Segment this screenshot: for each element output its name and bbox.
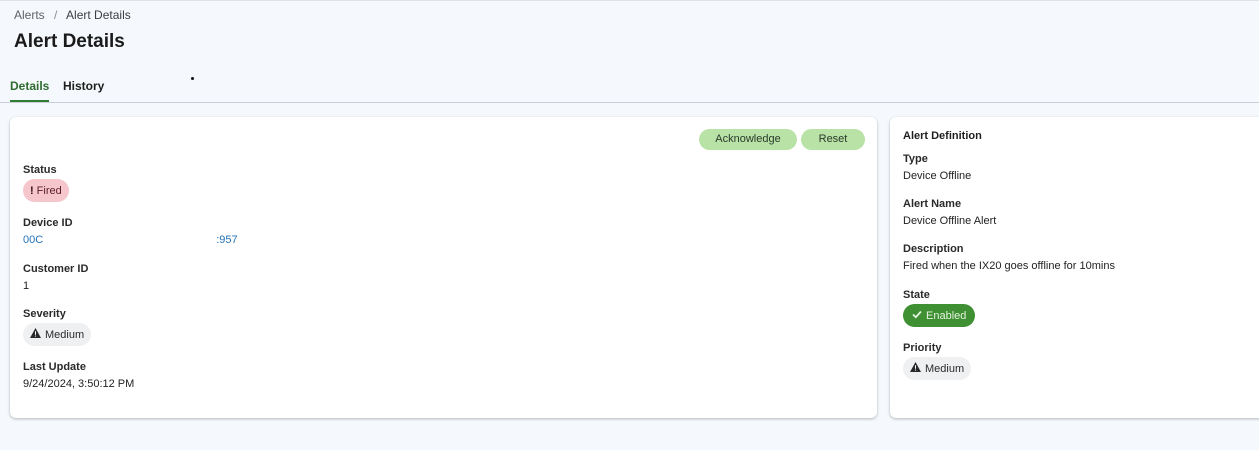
- severity-value: Medium: [45, 328, 85, 341]
- warning-icon: [910, 362, 921, 375]
- state-field: State Enabled: [903, 289, 976, 327]
- severity-badge: Medium: [23, 323, 92, 346]
- severity-label: Severity: [23, 308, 66, 320]
- page-title: Alert Details: [14, 31, 125, 52]
- description-field: Description Fired when the IX20 goes off…: [903, 243, 1115, 272]
- type-field: Type Device Offline: [903, 153, 971, 182]
- breadcrumb-separator: /: [54, 8, 58, 22]
- alert-name-label: Alert Name: [903, 198, 962, 210]
- check-icon: [912, 310, 922, 322]
- alert-details-page: Alerts / Alert Details Alert Details Det…: [0, 0, 1259, 450]
- status-badge: ! Fired: [23, 179, 69, 202]
- breadcrumb: Alerts / Alert Details: [14, 8, 131, 22]
- tab-details[interactable]: Details: [10, 79, 50, 102]
- acknowledge-button[interactable]: Acknowledge: [699, 129, 797, 150]
- customer-id-label: Customer ID: [23, 263, 89, 275]
- severity-field: Severity Medium: [23, 308, 92, 346]
- device-id-link-end[interactable]: :957: [216, 234, 237, 246]
- status-label: Status: [23, 164, 57, 176]
- description-label: Description: [903, 243, 964, 255]
- last-update-value: 9/24/2024, 3:50:12 PM: [23, 378, 135, 390]
- status-value: Fired: [36, 184, 62, 197]
- description-value: Fired when the IX20 goes offline for 10m…: [903, 260, 1115, 272]
- type-value: Device Offline: [903, 170, 972, 182]
- device-id-link-start[interactable]: 00C: [23, 234, 43, 246]
- reset-button[interactable]: Reset: [801, 129, 865, 150]
- priority-label: Priority: [903, 342, 942, 354]
- priority-value: Medium: [925, 362, 965, 375]
- warning-icon: [30, 328, 41, 341]
- tab-history[interactable]: History: [63, 79, 104, 100]
- priority-field: Priority Medium: [903, 342, 972, 380]
- state-label: State: [903, 289, 930, 301]
- alert-definition-card: Alert Definition Type Device Offline Ale…: [890, 117, 1259, 418]
- last-update-label: Last Update: [23, 361, 86, 373]
- tab-bar: Details History: [0, 73, 1259, 103]
- alert-definition-title: Alert Definition: [903, 130, 982, 142]
- stray-dot: [191, 77, 194, 80]
- status-field: Status ! Fired: [23, 164, 69, 202]
- alert-name-value: Device Offline Alert: [903, 215, 997, 227]
- device-id-field: Device ID 00C :957: [23, 217, 238, 246]
- alert-name-field: Alert Name Device Offline Alert: [903, 198, 996, 227]
- device-id-label: Device ID: [23, 217, 73, 229]
- exclamation-icon: !: [30, 184, 34, 197]
- device-id-value: 00C :957: [23, 234, 238, 246]
- priority-badge: Medium: [903, 357, 972, 380]
- state-value: Enabled: [926, 309, 967, 322]
- customer-id-value: 1: [23, 280, 30, 292]
- state-badge: Enabled: [903, 304, 976, 327]
- last-update-field: Last Update 9/24/2024, 3:50:12 PM: [23, 361, 134, 390]
- alert-details-card: Acknowledge Reset Status ! Fired Device …: [10, 117, 877, 418]
- type-label: Type: [903, 153, 928, 165]
- customer-id-field: Customer ID 1: [23, 263, 88, 292]
- breadcrumb-current: Alert Details: [66, 8, 131, 22]
- breadcrumb-alerts-link[interactable]: Alerts: [14, 8, 45, 22]
